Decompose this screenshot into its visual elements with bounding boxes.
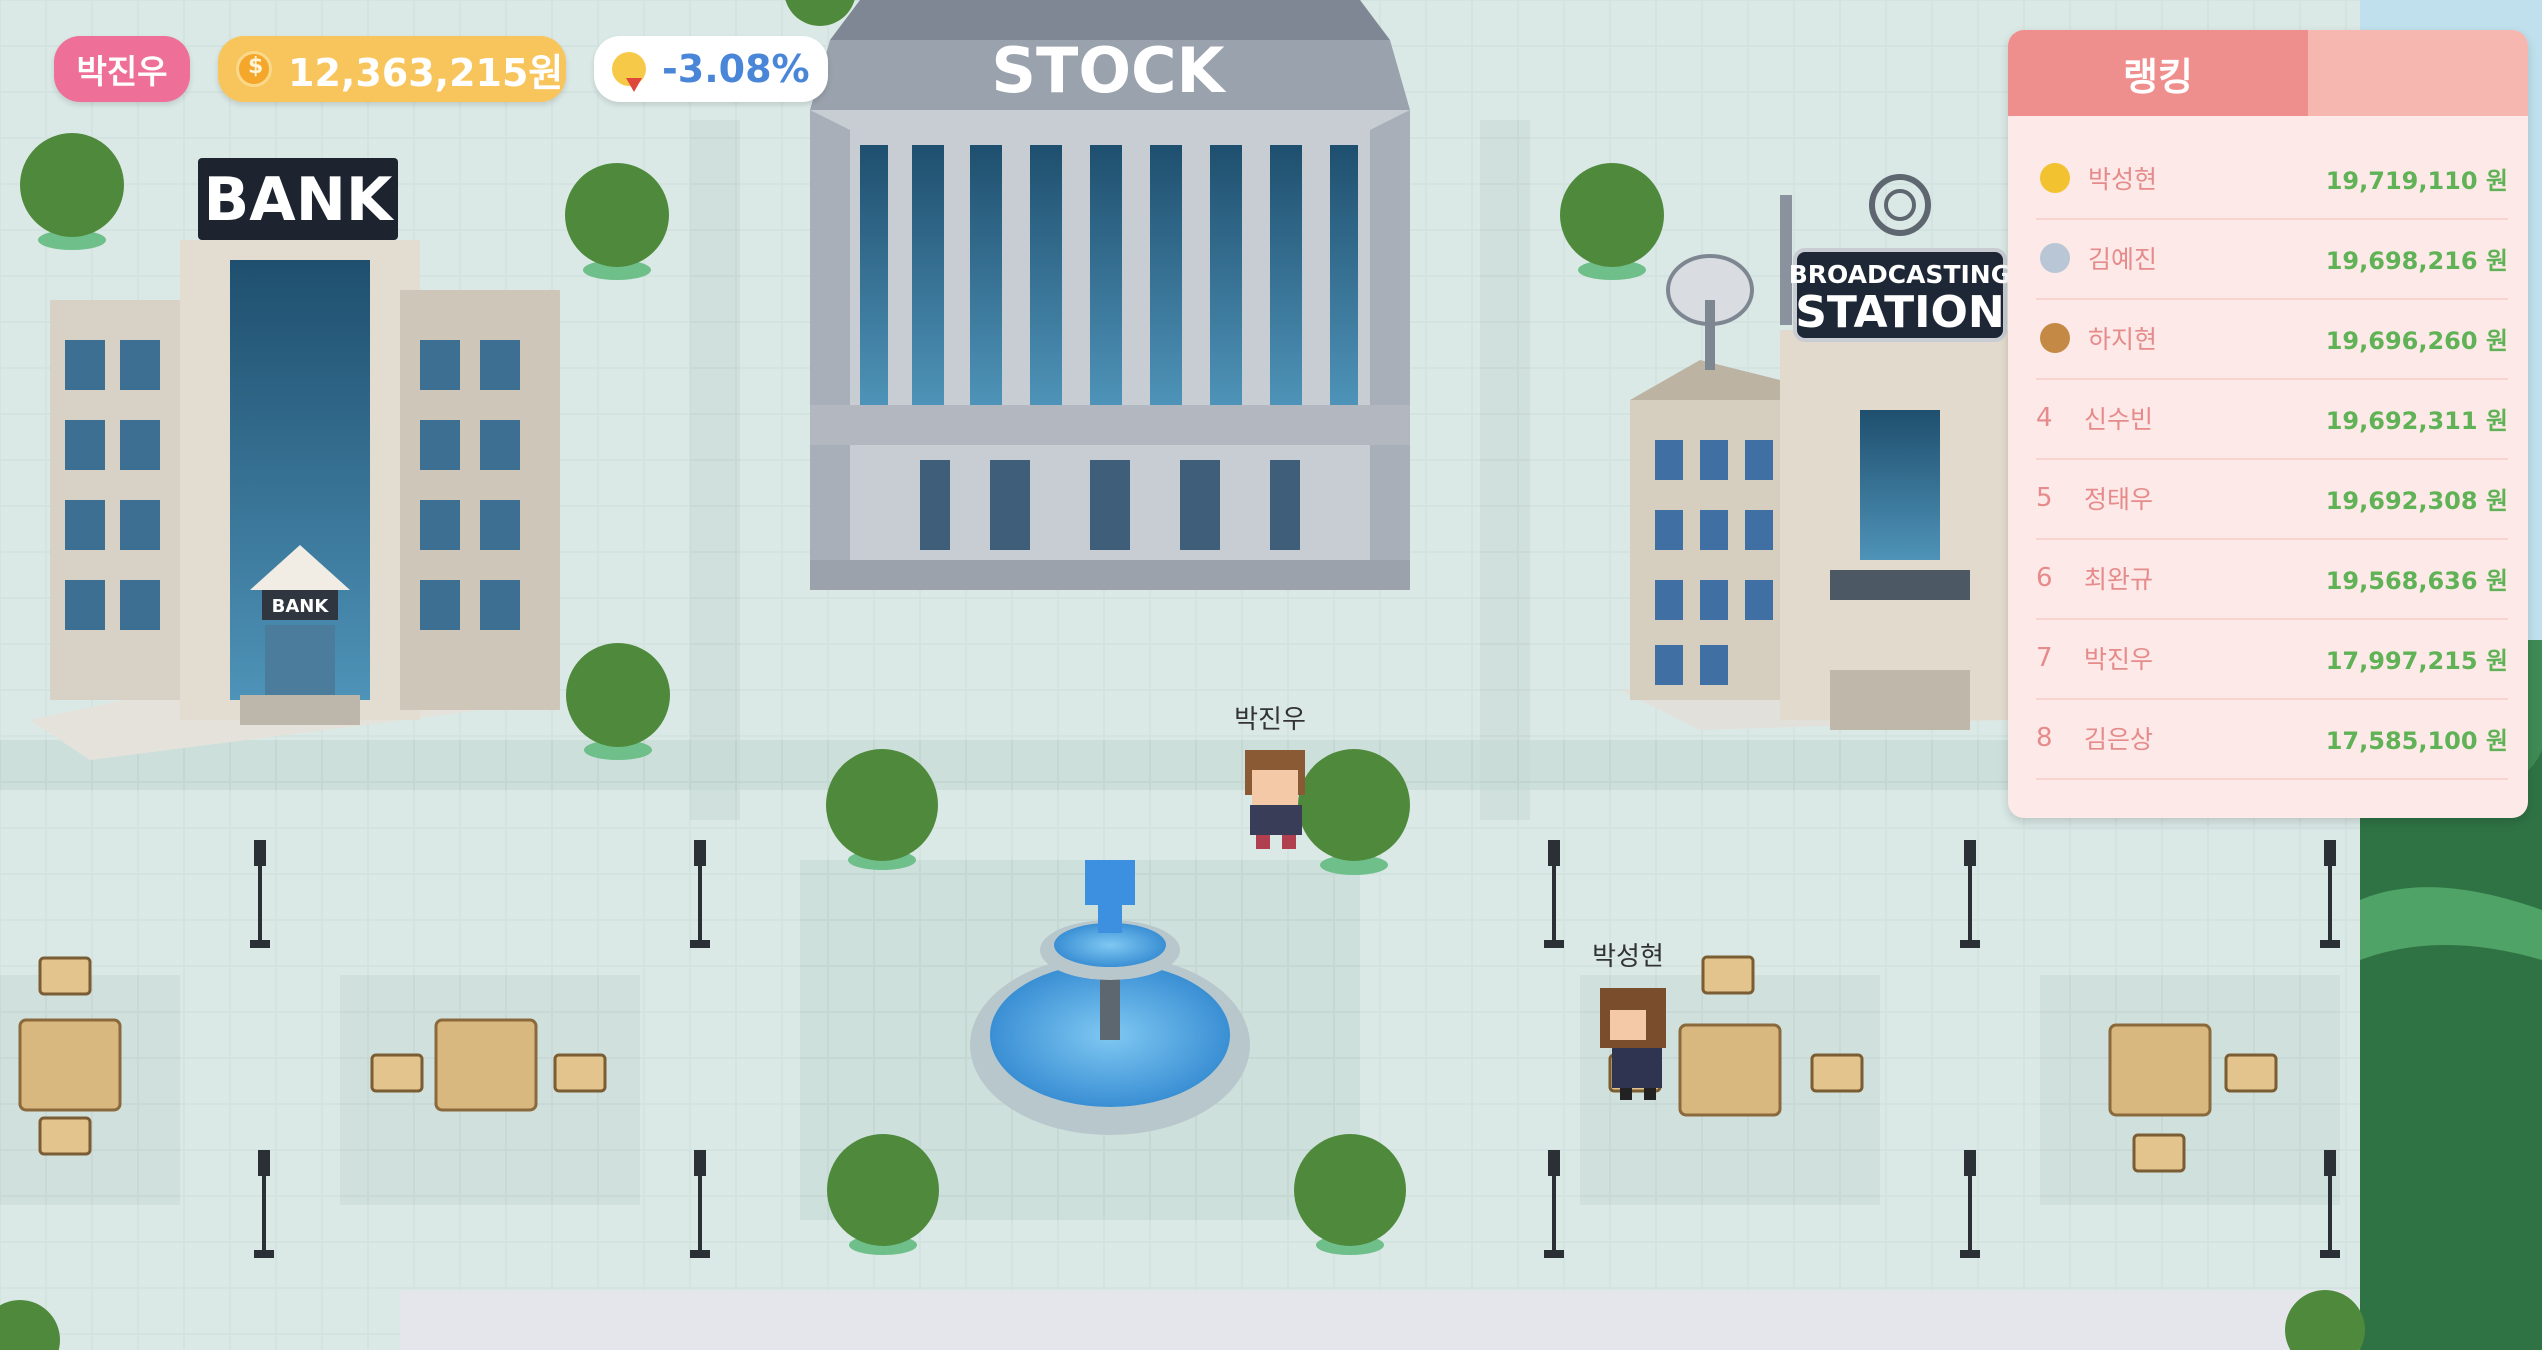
npc-name-label: 박성현	[1592, 942, 1664, 972]
bronze-medal-icon	[2040, 323, 2070, 353]
ranking-player-name: 최완규	[2084, 565, 2154, 594]
return-rate-badge: -3.08%	[594, 36, 828, 102]
stock-sign: STOCK	[991, 34, 1226, 107]
ranking-tab[interactable]: 랭킹	[2008, 30, 2308, 116]
broadcast-sign-bottom: STATION	[1795, 287, 2005, 338]
ranking-row: 김예진 19,698,216 원	[2036, 218, 2508, 300]
ranking-panel: 랭킹 박성현 19,719,110 원김예진 19,698,216 원하지현 19,6…	[2008, 30, 2528, 818]
ranking-rank: 5	[2036, 483, 2053, 513]
ranking-rank: 8	[2036, 723, 2053, 753]
ranking-player-name: 김예진	[2088, 245, 2158, 274]
ranking-player-name: 정태우	[2084, 485, 2154, 514]
ranking-asset-value: 19,692,308 원	[2325, 486, 2508, 515]
player-name: 박진우	[76, 52, 168, 91]
ranking-asset-value: 17,585,100 원	[2325, 726, 2508, 755]
ranking-player-name: 하지현	[2088, 325, 2158, 354]
player-name-label: 박진우	[1234, 705, 1306, 735]
ranking-asset-value: 19,568,636 원	[2325, 566, 2508, 595]
stock-building[interactable]: STOCK	[810, 0, 1410, 590]
coin-icon	[236, 51, 272, 87]
ranking-header: 랭킹	[2008, 30, 2528, 116]
ranking-player-name: 박진우	[2084, 645, 2154, 674]
ranking-player-name: 김은상	[2084, 725, 2154, 754]
gold-medal-icon	[2040, 163, 2070, 193]
ranking-tab-spacer	[2308, 30, 2528, 116]
ranking-rank: 6	[2036, 563, 2053, 593]
ranking-row: 하지현 19,696,260 원	[2036, 298, 2508, 380]
ranking-row: 박성현 19,719,110 원	[2036, 138, 2508, 220]
broadcast-sign-top: BROADCASTING	[1789, 260, 2012, 289]
ranking-asset-value: 19,698,216 원	[2325, 246, 2508, 275]
player-name-badge: 박진우	[54, 36, 190, 102]
ranking-row: 4 신수빈 19,692,311 원	[2036, 378, 2508, 460]
ranking-rank: 4	[2036, 403, 2053, 433]
ranking-row: 6 최완규 19,568,636 원	[2036, 538, 2508, 620]
ranking-row: 7 박진우 17,997,215 원	[2036, 618, 2508, 700]
ranking-row: 8 김은상 17,585,100 원	[2036, 698, 2508, 780]
silver-medal-icon	[2040, 243, 2070, 273]
bank-door-sign: BANK	[272, 596, 330, 617]
ranking-title: 랭킹	[2123, 54, 2193, 99]
ranking-player-name: 신수빈	[2084, 405, 2154, 434]
bank-sign: BANK	[204, 165, 395, 235]
ranking-asset-value: 17,997,215 원	[2325, 646, 2508, 675]
bulb-down-icon	[612, 52, 646, 92]
ranking-row: 5 정태우 19,692,308 원	[2036, 458, 2508, 540]
ranking-rank: 7	[2036, 643, 2053, 673]
money-amount: 12,363,215원	[288, 50, 564, 95]
return-rate: -3.08%	[662, 47, 810, 91]
ranking-asset-value: 19,719,110 원	[2325, 166, 2508, 195]
ranking-asset-value: 19,696,260 원	[2325, 326, 2508, 355]
ranking-asset-value: 19,692,311 원	[2325, 406, 2508, 435]
ranking-player-name: 박성현	[2088, 165, 2158, 194]
money-badge: 12,363,215원	[218, 36, 566, 102]
